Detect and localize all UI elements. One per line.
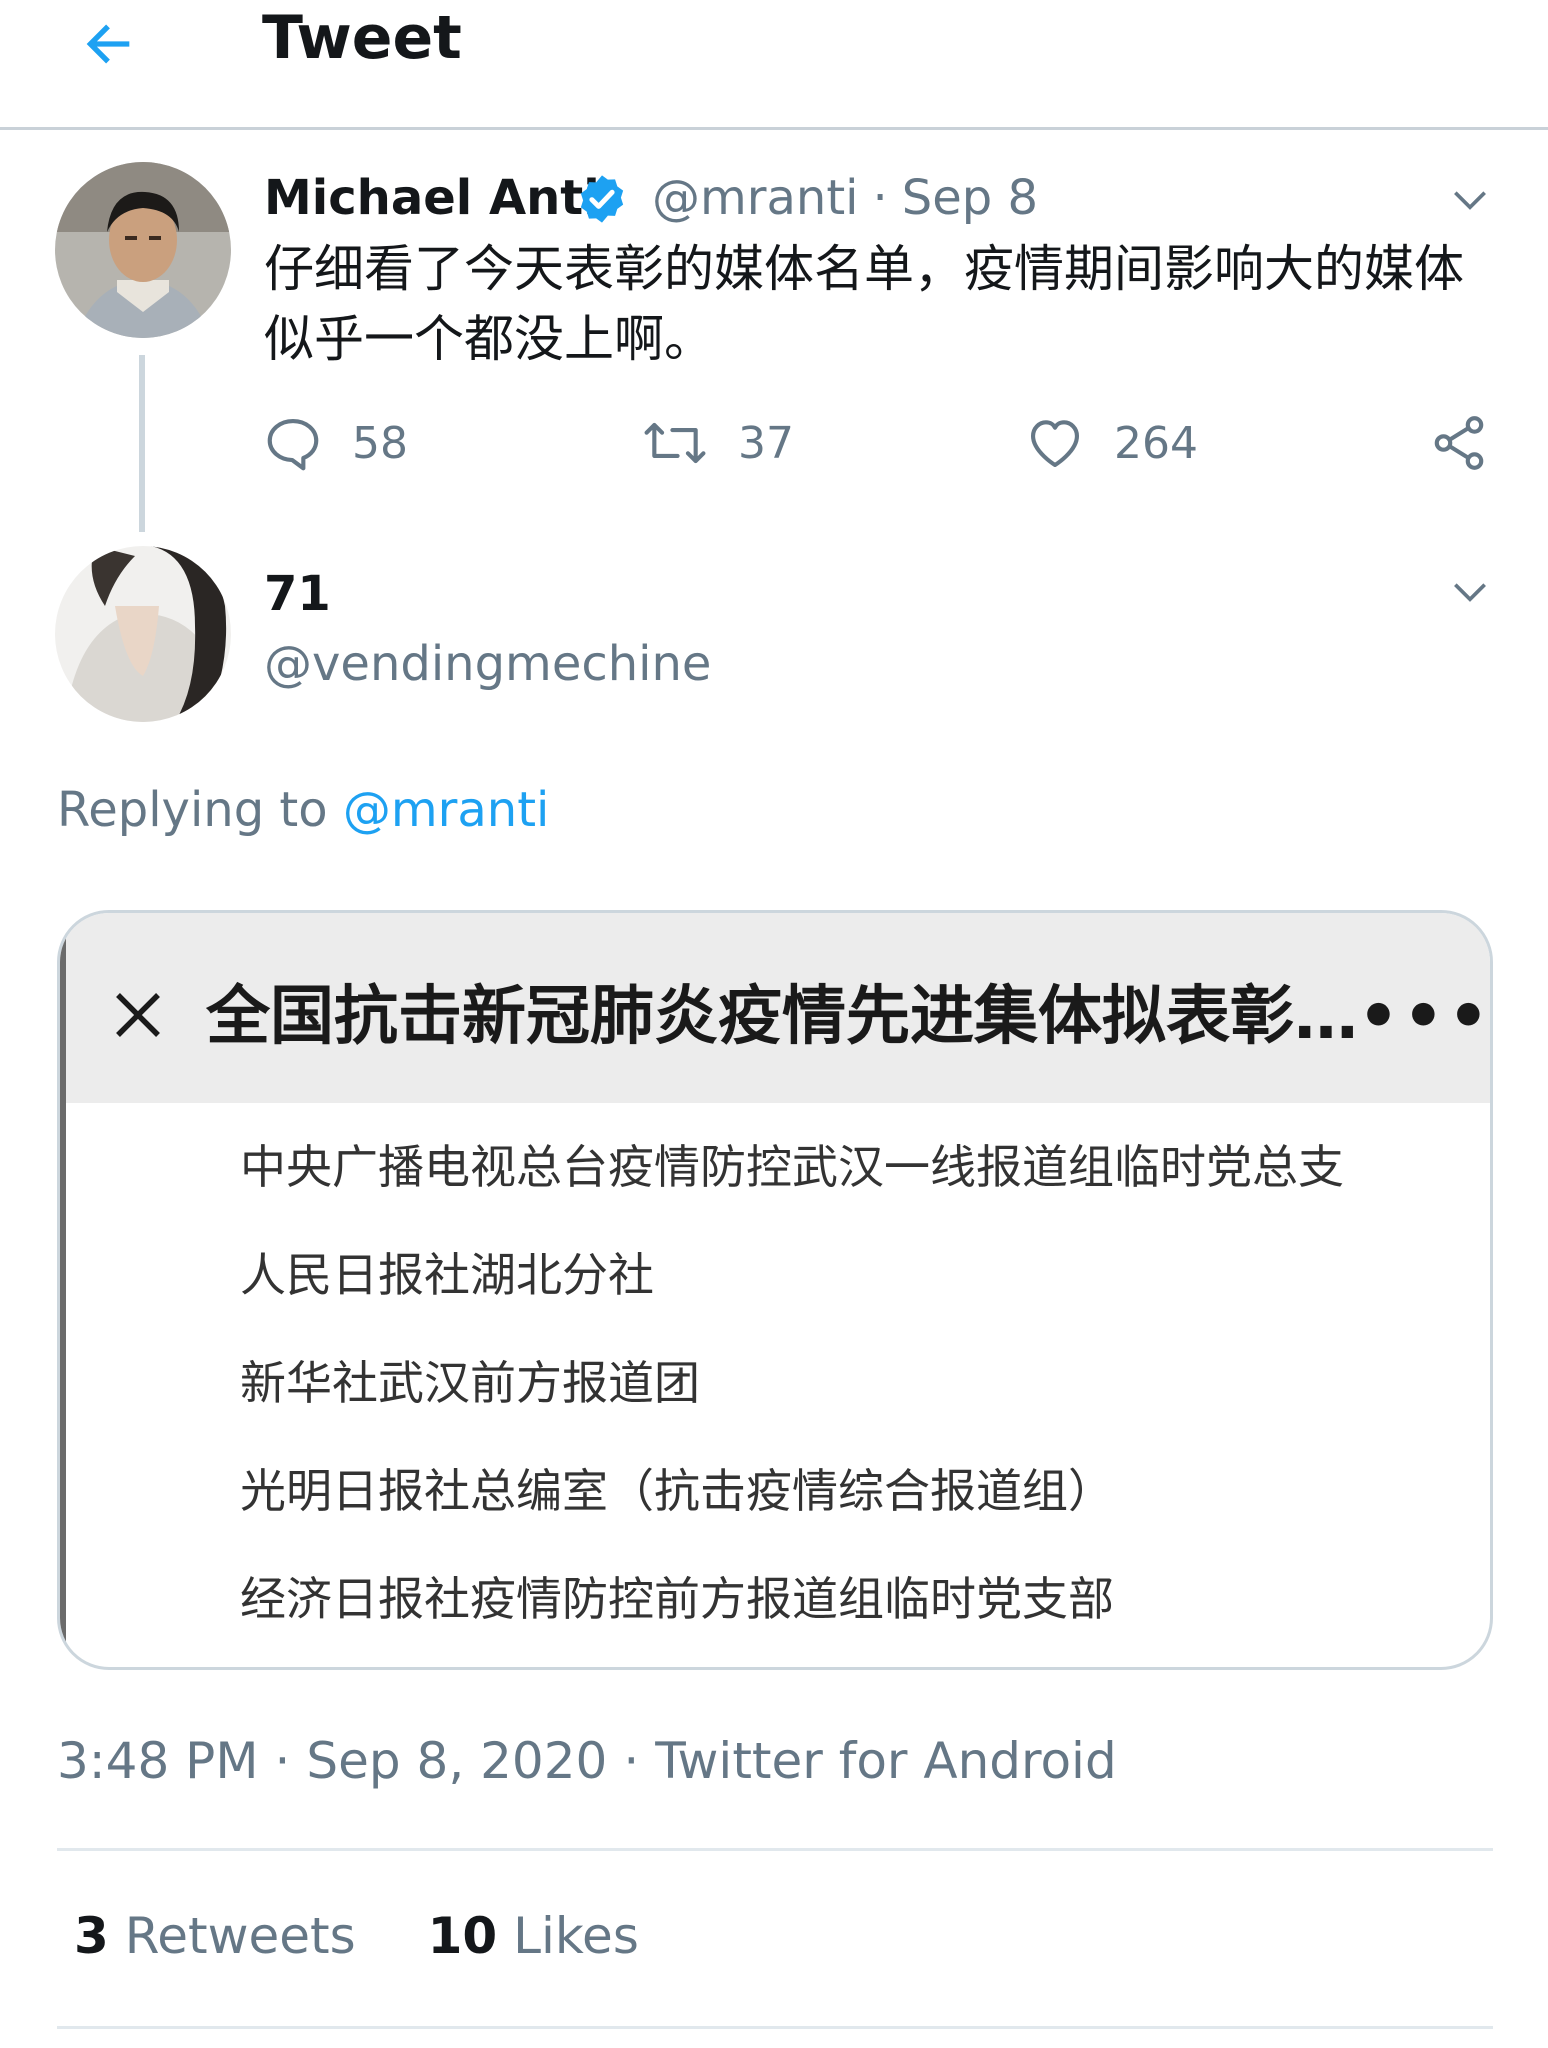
tweet-timestamp: 3:48 PM · Sep 8, 2020 · Twitter for Android	[57, 1732, 1117, 1790]
list-item: 新华社武汉前方报道团	[240, 1356, 700, 1410]
tweet-time[interactable]: 3:48 PM	[57, 1732, 258, 1790]
back-button[interactable]	[72, 8, 144, 80]
list-item: 经济日报社疫情防控前方报道组临时党支部	[240, 1572, 1114, 1626]
list-item: 中央广播电视总台疫情防控武汉一线报道组临时党总支	[240, 1140, 1344, 1194]
reply-menu-button[interactable]	[1440, 562, 1500, 622]
retweet-count: 37	[738, 417, 794, 469]
verified-badge-icon	[575, 172, 629, 226]
retweet-icon	[644, 422, 706, 464]
divider	[57, 1848, 1493, 1851]
avatar-image	[55, 162, 231, 338]
image-article-title: 全国抗击新冠肺炎疫情先进集体拟表彰…	[206, 980, 1358, 1054]
more-icon: •••	[1358, 980, 1493, 1054]
page-title: Tweet	[262, 3, 462, 73]
likes-stat[interactable]: 10 Likes	[428, 1900, 639, 1972]
share-icon	[1434, 416, 1484, 470]
reply-icon	[267, 418, 319, 471]
tweet-meta: @mranti · Sep 8	[652, 170, 1039, 226]
likes-label: Likes	[513, 1907, 639, 1965]
reply-button[interactable]: 58	[262, 412, 408, 474]
like-button[interactable]: 264	[1024, 412, 1198, 474]
divider	[57, 2026, 1493, 2029]
replying-to: Replying to @mranti	[57, 775, 549, 845]
chevron-down-icon	[1454, 191, 1486, 210]
tweet-date[interactable]: Sep 8	[902, 170, 1038, 226]
reply-author-handle[interactable]: @vendingmechine	[264, 632, 711, 696]
list-item: 光明日报社总编室（抗击疫情综合报道组）	[240, 1464, 1114, 1518]
arrow-left-icon	[86, 24, 130, 64]
top-bar: Tweet	[0, 0, 1548, 128]
retweets-stat[interactable]: 3 Retweets	[74, 1900, 356, 1972]
reply-count: 58	[352, 417, 408, 469]
header-divider	[0, 127, 1548, 130]
chevron-down-icon	[1454, 583, 1486, 602]
engagement-stats: 3 Retweets 10 Likes	[74, 1900, 639, 1972]
avatar-michael-anti[interactable]	[55, 162, 231, 338]
share-button[interactable]	[1428, 412, 1490, 474]
tweet-source[interactable]: Twitter for Android	[655, 1732, 1116, 1790]
like-count: 264	[1114, 417, 1198, 469]
replying-to-label: Replying to	[57, 782, 328, 838]
avatar-71[interactable]	[55, 546, 231, 722]
heart-icon	[1030, 420, 1080, 468]
tweet-text: 仔细看了今天表彰的媒体名单，疫情期间影响大的媒体似乎一个都没上啊。	[264, 240, 1464, 368]
likes-count: 10	[427, 1907, 498, 1965]
tweet-image[interactable]: 全国抗击新冠肺炎疫情先进集体拟表彰… ••• 中央广播电视总台疫情防控武汉一线报…	[57, 910, 1493, 1670]
avatar-image	[55, 546, 231, 722]
tweet-menu-button[interactable]	[1440, 170, 1500, 230]
tweet-full-date[interactable]: Sep 8, 2020	[306, 1732, 607, 1790]
list-item: 人民日报社湖北分社	[240, 1248, 654, 1302]
thread-connector	[139, 355, 145, 532]
retweet-button[interactable]: 37	[640, 412, 794, 474]
tweet-author-handle[interactable]: @mranti	[652, 170, 858, 226]
replying-to-mention[interactable]: @mranti	[343, 782, 549, 838]
close-icon	[108, 985, 168, 1045]
retweets-label: Retweets	[124, 1907, 356, 1965]
retweets-count: 3	[74, 1907, 109, 1965]
tweet-author-name[interactable]: Michael Anti	[264, 166, 600, 230]
reply-author-name[interactable]: 71	[264, 562, 331, 626]
image-edge	[60, 913, 66, 1667]
